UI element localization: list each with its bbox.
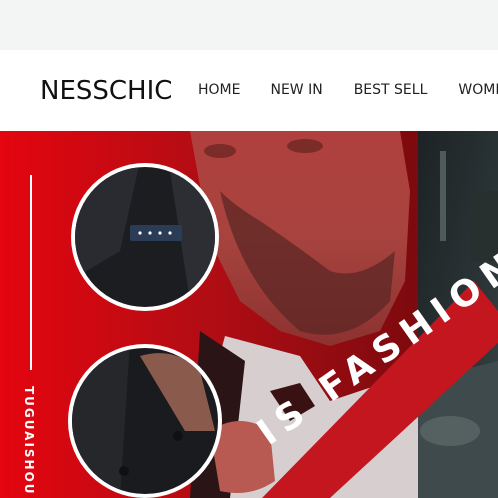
- nav-item-best-sell[interactable]: BEST SELL: [354, 81, 428, 99]
- banner-vertical-line: [30, 175, 32, 370]
- site-logo[interactable]: NESSCHIC: [40, 74, 172, 108]
- top-announcement-bar: [0, 0, 498, 50]
- site-header: NESSCHIC HOME NEW IN BEST SELL WOME: [0, 50, 498, 131]
- main-nav: HOME NEW IN BEST SELL WOME: [198, 81, 498, 99]
- nav-item-home[interactable]: HOME: [198, 81, 240, 99]
- nav-item-women[interactable]: WOME: [458, 81, 498, 99]
- nav-item-new-in[interactable]: NEW IN: [270, 81, 322, 99]
- banner-vertical-text: TUGUAISHOU: [22, 386, 36, 496]
